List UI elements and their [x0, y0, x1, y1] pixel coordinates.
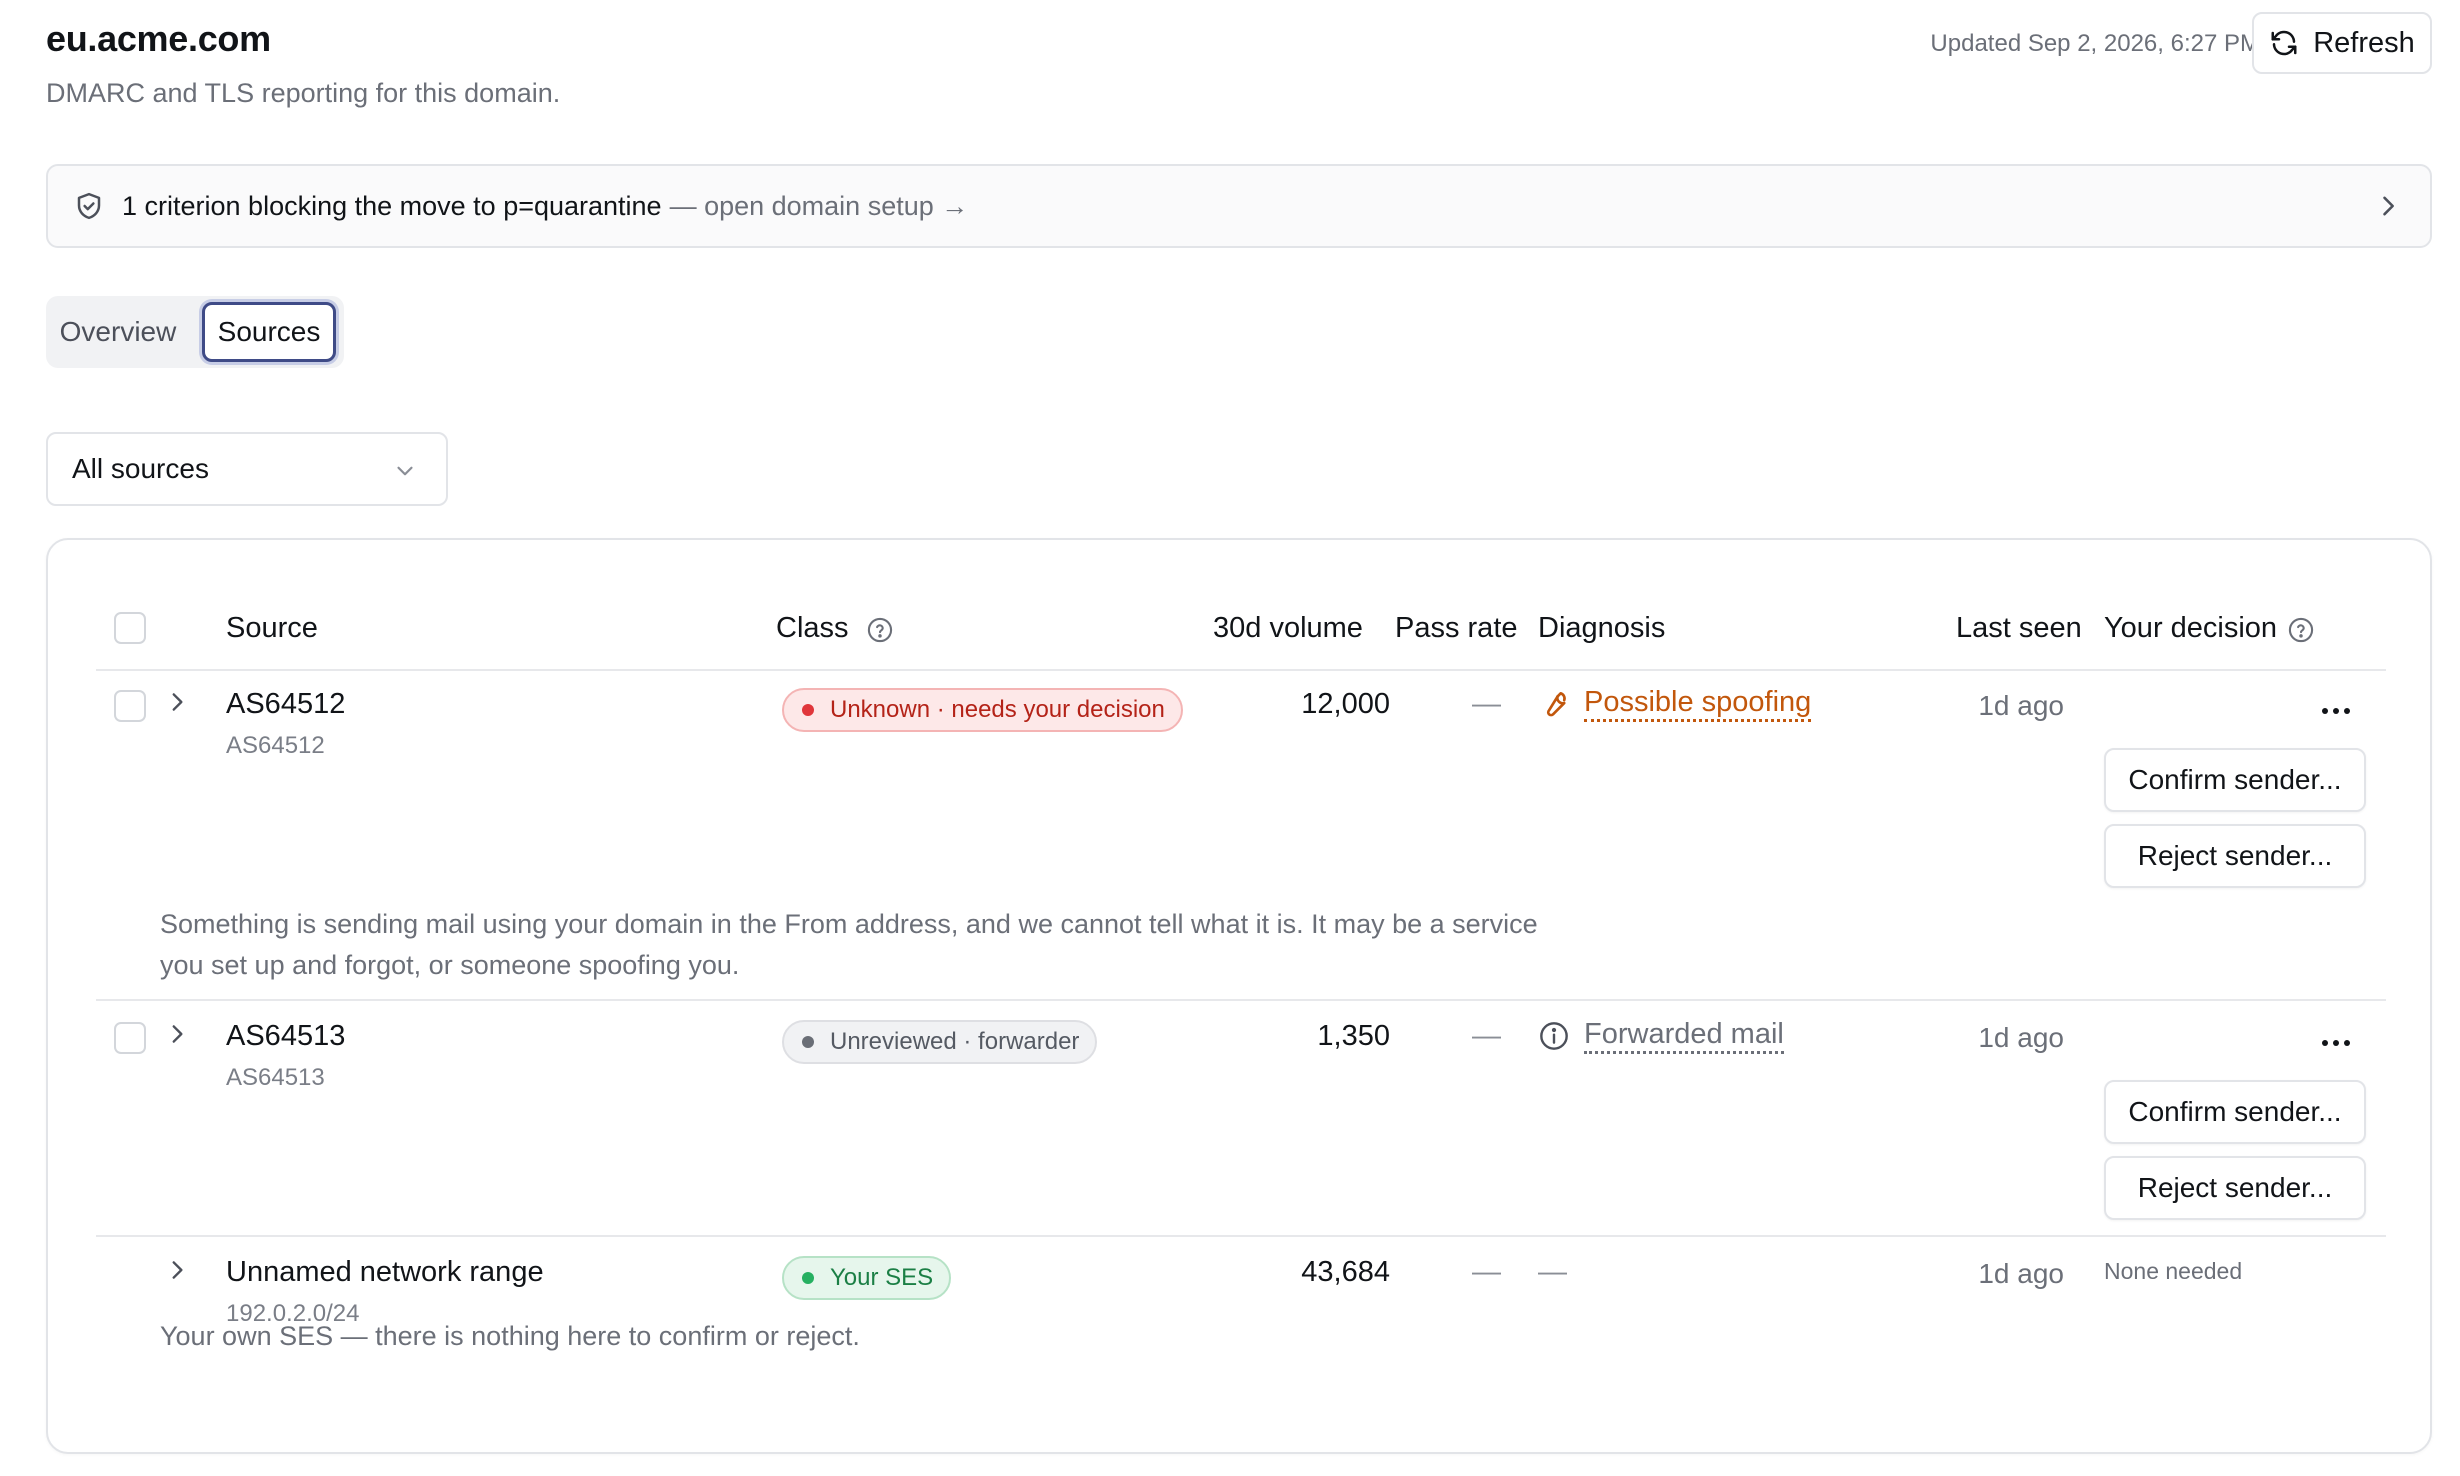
row-checkbox[interactable]: [114, 690, 146, 722]
help-circle-icon[interactable]: [866, 616, 894, 644]
refresh-button[interactable]: Refresh: [2252, 12, 2432, 74]
status-badge: Unknown · needs your decision: [782, 688, 1183, 732]
status-dot: [802, 1272, 814, 1284]
chevron-right-icon[interactable]: [164, 689, 190, 715]
status-dot: [802, 1036, 814, 1048]
source-filter-select[interactable]: All sources: [46, 432, 448, 506]
column-header-class[interactable]: Class: [776, 612, 849, 645]
page: eu.acme.com DMARC and TLS reporting for …: [0, 0, 2460, 1476]
pass-rate-value: —: [1472, 1256, 1501, 1288]
column-header-volume[interactable]: 30d volume: [1213, 612, 1363, 645]
help-circle-icon[interactable]: [2287, 616, 2315, 644]
row-checkbox[interactable]: [114, 1022, 146, 1054]
row-description: Something is sending mail using your dom…: [160, 909, 1538, 980]
sources-table-card: Source Class 30d volume Pass rate Diagno…: [46, 538, 2432, 1454]
pass-rate-value: —: [1472, 688, 1501, 720]
decision-status: None needed: [2104, 1258, 2243, 1284]
diagnosis-label: Forwarded mail: [1584, 1018, 1784, 1055]
pass-rate-value: —: [1472, 1020, 1501, 1052]
volume-value: 12,000: [1301, 688, 1390, 720]
tab-overview[interactable]: Overview: [54, 302, 182, 362]
source-asn: AS64512: [226, 732, 325, 759]
column-header-last-seen[interactable]: Last seen: [1956, 612, 2082, 645]
confirm-sender-button[interactable]: Confirm sender...: [2104, 748, 2366, 812]
chevron-right-icon[interactable]: [164, 1257, 190, 1283]
source-name[interactable]: AS64513: [226, 1020, 345, 1053]
diagnosis[interactable]: Forwarded mail: [1538, 1018, 1784, 1055]
row-divider: [96, 1235, 2386, 1237]
filter-value: All sources: [72, 453, 209, 484]
header-divider: [96, 669, 2386, 671]
tab-sources[interactable]: Sources: [202, 302, 336, 362]
confirm-sender-button[interactable]: Confirm sender...: [2104, 1080, 2366, 1144]
reject-sender-button[interactable]: Reject sender...: [2104, 1156, 2366, 1220]
source-name[interactable]: AS64512: [226, 688, 345, 721]
wrench-icon: [1546, 692, 1566, 717]
diagnosis-value: —: [1538, 1256, 1567, 1288]
chevron-down-icon: [397, 466, 413, 476]
select-all-checkbox[interactable]: [114, 612, 146, 644]
column-header-diagnosis[interactable]: Diagnosis: [1538, 612, 1665, 645]
source-asn: AS64513: [226, 1064, 325, 1091]
updated-timestamp: Updated Sep 2, 2026, 6:27 PM: [1930, 30, 2260, 57]
volume-value: 43,684: [1301, 1256, 1390, 1288]
volume-value: 1,350: [1317, 1020, 1390, 1052]
banner-text: 1 criterion blocking the move to p=quara…: [122, 190, 662, 221]
diagnosis-label: Possible spoofing: [1584, 686, 1812, 723]
view-tabs: Overview Sources: [46, 296, 344, 368]
shield-check-icon: [77, 192, 101, 220]
column-header-decision[interactable]: Your decision: [2104, 612, 2277, 645]
diagnosis[interactable]: Possible spoofing: [1538, 686, 1812, 723]
more-options-icon[interactable]: [2316, 701, 2356, 721]
status-badge: Your SES: [782, 1256, 952, 1300]
info-icon: [1540, 1022, 1568, 1051]
class-label: Unknown · needs your decision: [830, 696, 1165, 723]
last-seen-value: 1d ago: [1978, 690, 2064, 721]
column-header-source[interactable]: Source: [226, 612, 318, 645]
chevron-right-icon: [2383, 196, 2394, 216]
last-seen-value: 1d ago: [1978, 1022, 2064, 1053]
more-options-icon[interactable]: [2316, 1033, 2356, 1053]
page-title: eu.acme.com: [46, 18, 271, 59]
class-label: Unreviewed · forwarder: [830, 1028, 1080, 1055]
chevron-right-icon[interactable]: [164, 1021, 190, 1047]
reject-sender-button[interactable]: Reject sender...: [2104, 824, 2366, 888]
class-label: Your SES: [830, 1264, 934, 1291]
last-seen-value: 1d ago: [1978, 1258, 2064, 1289]
status-badge: Unreviewed · forwarder: [782, 1020, 1098, 1064]
row-divider: [96, 999, 2386, 1001]
policy-banner[interactable]: 1 criterion blocking the move to p=quara…: [46, 164, 2432, 248]
refresh-icon: [2271, 30, 2297, 56]
column-header-pass-rate[interactable]: Pass rate: [1395, 612, 1518, 645]
refresh-label: Refresh: [2313, 26, 2415, 59]
status-dot: [802, 704, 814, 716]
banner-link[interactable]: — open domain setup →: [670, 191, 969, 222]
row-description: Your own SES — there is nothing here to …: [160, 1321, 860, 1351]
page-subtitle: DMARC and TLS reporting for this domain.: [46, 78, 561, 108]
source-name[interactable]: Unnamed network range: [226, 1256, 544, 1289]
